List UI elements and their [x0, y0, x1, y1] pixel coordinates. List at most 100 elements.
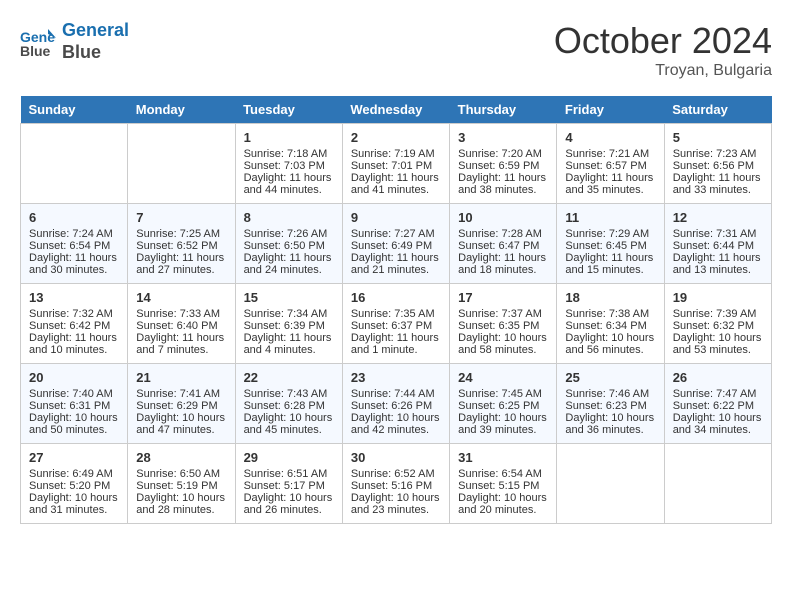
daylight-text: Daylight: 10 hours and 53 minutes.: [673, 332, 763, 356]
daylight-text: Daylight: 11 hours and 7 minutes.: [136, 332, 226, 356]
sunset-text: Sunset: 5:15 PM: [458, 480, 548, 492]
day-number: 17: [458, 290, 548, 305]
day-number: 23: [351, 370, 441, 385]
calendar-header-row: SundayMondayTuesdayWednesdayThursdayFrid…: [21, 96, 772, 124]
sunset-text: Sunset: 6:42 PM: [29, 320, 119, 332]
day-number: 14: [136, 290, 226, 305]
calendar-cell: 2Sunrise: 7:19 AMSunset: 7:01 PMDaylight…: [342, 124, 449, 204]
svg-text:Blue: Blue: [20, 43, 51, 59]
daylight-text: Daylight: 11 hours and 44 minutes.: [244, 172, 334, 196]
sunset-text: Sunset: 5:19 PM: [136, 480, 226, 492]
calendar-cell: [21, 124, 128, 204]
sunset-text: Sunset: 6:22 PM: [673, 400, 763, 412]
calendar-cell: 18Sunrise: 7:38 AMSunset: 6:34 PMDayligh…: [557, 284, 664, 364]
sunset-text: Sunset: 6:54 PM: [29, 240, 119, 252]
logo-icon: General Blue: [20, 24, 56, 60]
daylight-text: Daylight: 10 hours and 58 minutes.: [458, 332, 548, 356]
sunset-text: Sunset: 5:20 PM: [29, 480, 119, 492]
day-number: 1: [244, 130, 334, 145]
calendar-cell: 29Sunrise: 6:51 AMSunset: 5:17 PMDayligh…: [235, 444, 342, 524]
sunrise-text: Sunrise: 7:20 AM: [458, 148, 548, 160]
daylight-text: Daylight: 10 hours and 28 minutes.: [136, 492, 226, 516]
sunset-text: Sunset: 6:44 PM: [673, 240, 763, 252]
day-number: 12: [673, 210, 763, 225]
sunrise-text: Sunrise: 7:28 AM: [458, 228, 548, 240]
sunrise-text: Sunrise: 7:38 AM: [565, 308, 655, 320]
calendar-cell: 30Sunrise: 6:52 AMSunset: 5:16 PMDayligh…: [342, 444, 449, 524]
location: Troyan, Bulgaria: [554, 62, 772, 80]
calendar-cell: 14Sunrise: 7:33 AMSunset: 6:40 PMDayligh…: [128, 284, 235, 364]
daylight-text: Daylight: 10 hours and 47 minutes.: [136, 412, 226, 436]
calendar-cell: 9Sunrise: 7:27 AMSunset: 6:49 PMDaylight…: [342, 204, 449, 284]
sunrise-text: Sunrise: 7:33 AM: [136, 308, 226, 320]
day-number: 2: [351, 130, 441, 145]
sunrise-text: Sunrise: 6:52 AM: [351, 468, 441, 480]
sunset-text: Sunset: 6:35 PM: [458, 320, 548, 332]
calendar-cell: 24Sunrise: 7:45 AMSunset: 6:25 PMDayligh…: [450, 364, 557, 444]
daylight-text: Daylight: 11 hours and 21 minutes.: [351, 252, 441, 276]
daylight-text: Daylight: 10 hours and 36 minutes.: [565, 412, 655, 436]
sunrise-text: Sunrise: 7:45 AM: [458, 388, 548, 400]
header-cell-saturday: Saturday: [664, 96, 771, 124]
calendar-cell: 22Sunrise: 7:43 AMSunset: 6:28 PMDayligh…: [235, 364, 342, 444]
daylight-text: Daylight: 10 hours and 39 minutes.: [458, 412, 548, 436]
calendar-cell: 4Sunrise: 7:21 AMSunset: 6:57 PMDaylight…: [557, 124, 664, 204]
calendar-week-row: 13Sunrise: 7:32 AMSunset: 6:42 PMDayligh…: [21, 284, 772, 364]
calendar-cell: 6Sunrise: 7:24 AMSunset: 6:54 PMDaylight…: [21, 204, 128, 284]
calendar-cell: [664, 444, 771, 524]
calendar-cell: 11Sunrise: 7:29 AMSunset: 6:45 PMDayligh…: [557, 204, 664, 284]
header-cell-friday: Friday: [557, 96, 664, 124]
calendar-cell: 27Sunrise: 6:49 AMSunset: 5:20 PMDayligh…: [21, 444, 128, 524]
day-number: 7: [136, 210, 226, 225]
sunrise-text: Sunrise: 7:39 AM: [673, 308, 763, 320]
sunrise-text: Sunrise: 7:43 AM: [244, 388, 334, 400]
sunrise-text: Sunrise: 7:47 AM: [673, 388, 763, 400]
day-number: 27: [29, 450, 119, 465]
calendar-cell: 13Sunrise: 7:32 AMSunset: 6:42 PMDayligh…: [21, 284, 128, 364]
sunrise-text: Sunrise: 7:40 AM: [29, 388, 119, 400]
sunset-text: Sunset: 7:03 PM: [244, 160, 334, 172]
sunrise-text: Sunrise: 7:18 AM: [244, 148, 334, 160]
daylight-text: Daylight: 10 hours and 34 minutes.: [673, 412, 763, 436]
day-number: 19: [673, 290, 763, 305]
sunrise-text: Sunrise: 7:31 AM: [673, 228, 763, 240]
daylight-text: Daylight: 11 hours and 1 minute.: [351, 332, 441, 356]
day-number: 24: [458, 370, 548, 385]
day-number: 10: [458, 210, 548, 225]
sunrise-text: Sunrise: 7:24 AM: [29, 228, 119, 240]
sunset-text: Sunset: 6:47 PM: [458, 240, 548, 252]
calendar-cell: 10Sunrise: 7:28 AMSunset: 6:47 PMDayligh…: [450, 204, 557, 284]
calendar-cell: 7Sunrise: 7:25 AMSunset: 6:52 PMDaylight…: [128, 204, 235, 284]
sunrise-text: Sunrise: 7:35 AM: [351, 308, 441, 320]
page-header: General Blue General Blue October 2024 T…: [20, 20, 772, 80]
calendar-table: SundayMondayTuesdayWednesdayThursdayFrid…: [20, 96, 772, 524]
day-number: 11: [565, 210, 655, 225]
logo-line2: Blue: [62, 42, 129, 64]
daylight-text: Daylight: 10 hours and 45 minutes.: [244, 412, 334, 436]
header-cell-sunday: Sunday: [21, 96, 128, 124]
sunrise-text: Sunrise: 7:23 AM: [673, 148, 763, 160]
calendar-cell: 1 Sunrise: 7:18 AMSunset: 7:03 PMDaylight…: [235, 124, 342, 204]
daylight-text: Daylight: 11 hours and 30 minutes.: [29, 252, 119, 276]
daylight-text: Daylight: 11 hours and 13 minutes.: [673, 252, 763, 276]
header-cell-monday: Monday: [128, 96, 235, 124]
calendar-cell: [557, 444, 664, 524]
sunrise-text: Sunrise: 6:51 AM: [244, 468, 334, 480]
daylight-text: Daylight: 10 hours and 26 minutes.: [244, 492, 334, 516]
calendar-cell: 12 Sunrise: 7:31 AMSunset: 6:44 PMDayligh…: [664, 204, 771, 284]
sunset-text: Sunset: 6:37 PM: [351, 320, 441, 332]
sunrise-text: Sunrise: 6:54 AM: [458, 468, 548, 480]
sunrise-text: Sunrise: 7:29 AM: [565, 228, 655, 240]
sunset-text: Sunset: 6:34 PM: [565, 320, 655, 332]
sunset-text: Sunset: 6:28 PM: [244, 400, 334, 412]
sunrise-text: Sunrise: 6:49 AM: [29, 468, 119, 480]
sunrise-text: Sunrise: 6:50 AM: [136, 468, 226, 480]
logo: General Blue General Blue: [20, 20, 129, 63]
daylight-text: Daylight: 10 hours and 56 minutes.: [565, 332, 655, 356]
sunset-text: Sunset: 6:26 PM: [351, 400, 441, 412]
sunset-text: Sunset: 6:39 PM: [244, 320, 334, 332]
calendar-cell: 26Sunrise: 7:47 AMSunset: 6:22 PMDayligh…: [664, 364, 771, 444]
sunset-text: Sunset: 6:32 PM: [673, 320, 763, 332]
day-number: 9: [351, 210, 441, 225]
calendar-cell: 28Sunrise: 6:50 AMSunset: 5:19 PMDayligh…: [128, 444, 235, 524]
